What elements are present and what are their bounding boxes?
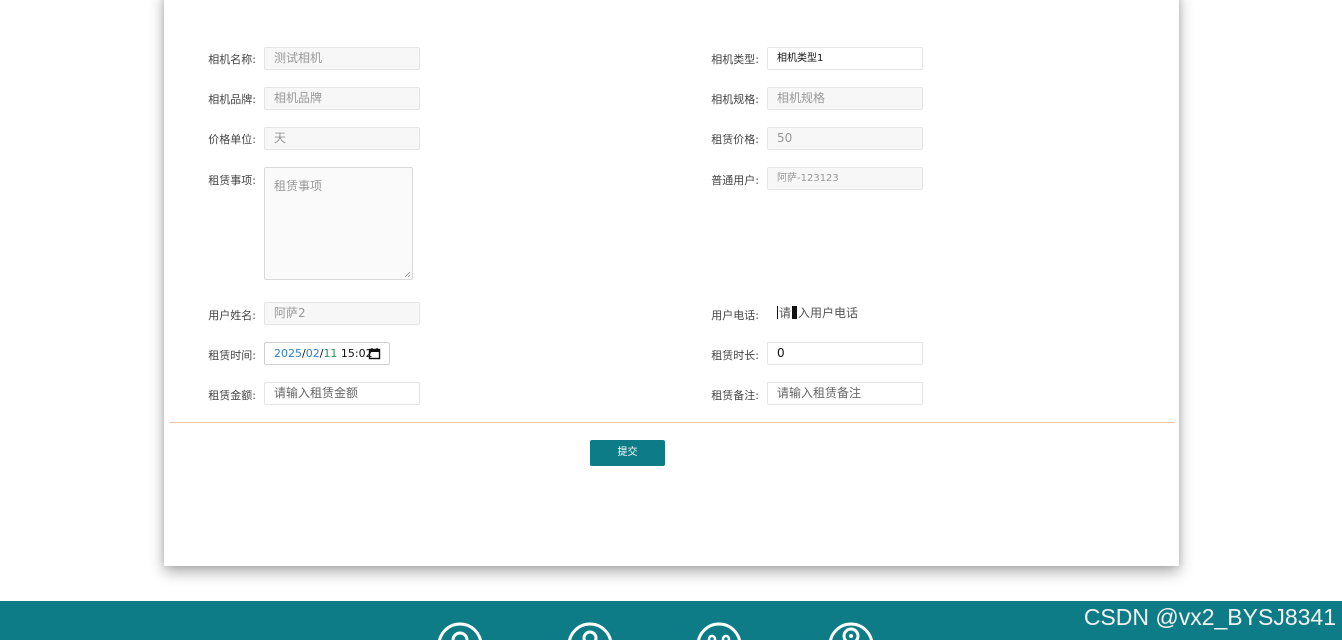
regular-user-label: 普通用户:	[711, 174, 759, 187]
user-name-field[interactable]: 阿萨2	[264, 302, 420, 325]
submit-button[interactable]: 提交	[590, 440, 665, 466]
smile-icon[interactable]	[695, 621, 743, 640]
camera-type-select[interactable]: 相机类型1	[767, 47, 923, 70]
camera-brand-label: 相机品牌:	[208, 93, 256, 106]
location-pin-icon[interactable]	[827, 621, 875, 640]
rental-remark-label: 租赁备注:	[711, 389, 759, 402]
user-phone-placeholder-rest: 入用户电话	[798, 306, 859, 320]
user-name-label: 用户姓名:	[208, 309, 256, 322]
user-phone-label: 用户电话:	[711, 309, 759, 322]
rental-price-field[interactable]: 50	[767, 127, 923, 150]
camera-name-label: 相机名称:	[208, 53, 256, 66]
rental-matters-label: 租赁事项:	[208, 174, 256, 187]
user-circle-icon[interactable]	[436, 621, 484, 640]
rental-time-year: 2025	[274, 347, 302, 360]
rental-duration-label: 租赁时长:	[711, 349, 759, 362]
camera-name-field[interactable]: 测试相机	[264, 47, 420, 70]
camera-type-label: 相机类型:	[711, 53, 759, 66]
form-divider	[169, 422, 1175, 423]
price-unit-field[interactable]: 天	[264, 127, 420, 150]
calendar-icon[interactable]	[368, 347, 381, 360]
price-unit-label: 价格单位:	[208, 133, 256, 146]
regular-user-field[interactable]: 阿萨-123123	[767, 167, 923, 190]
rental-time-datetime-input[interactable]: 2025/02/11 15:02	[264, 342, 390, 365]
person-icon[interactable]	[566, 621, 614, 640]
rental-matters-textarea[interactable]: 租赁事项	[264, 167, 413, 280]
user-phone-field[interactable]: 请入用户电话	[767, 302, 923, 325]
camera-spec-label: 相机规格:	[711, 93, 759, 106]
form-card: 相机名称: 测试相机 相机类型: 相机类型1 相机品牌: 相机品牌 相机规格: …	[164, 0, 1179, 566]
camera-brand-field[interactable]: 相机品牌	[264, 87, 420, 110]
rental-price-label: 租赁价格:	[711, 133, 759, 146]
rental-matters-placeholder: 租赁事项	[274, 179, 323, 193]
rental-amount-field[interactable]: 请输入租赁金额	[264, 382, 420, 405]
rental-time-month: 02	[305, 347, 320, 360]
rental-amount-label: 租赁金额:	[208, 389, 256, 402]
rental-duration-field[interactable]: 0	[767, 342, 923, 365]
camera-spec-field[interactable]: 相机规格	[767, 87, 923, 110]
watermark-text: CSDN @vx2_BYSJ8341	[1083, 604, 1336, 630]
ibeam-cursor-icon	[792, 306, 798, 319]
rental-remark-field[interactable]: 请输入租赁备注	[767, 382, 923, 405]
resize-handle-icon[interactable]	[404, 271, 411, 278]
user-phone-placeholder-prefix: 请	[779, 306, 792, 320]
text-cursor	[777, 306, 778, 319]
rental-time-label: 租赁时间:	[208, 349, 256, 362]
rental-time-day: 11	[323, 347, 338, 360]
